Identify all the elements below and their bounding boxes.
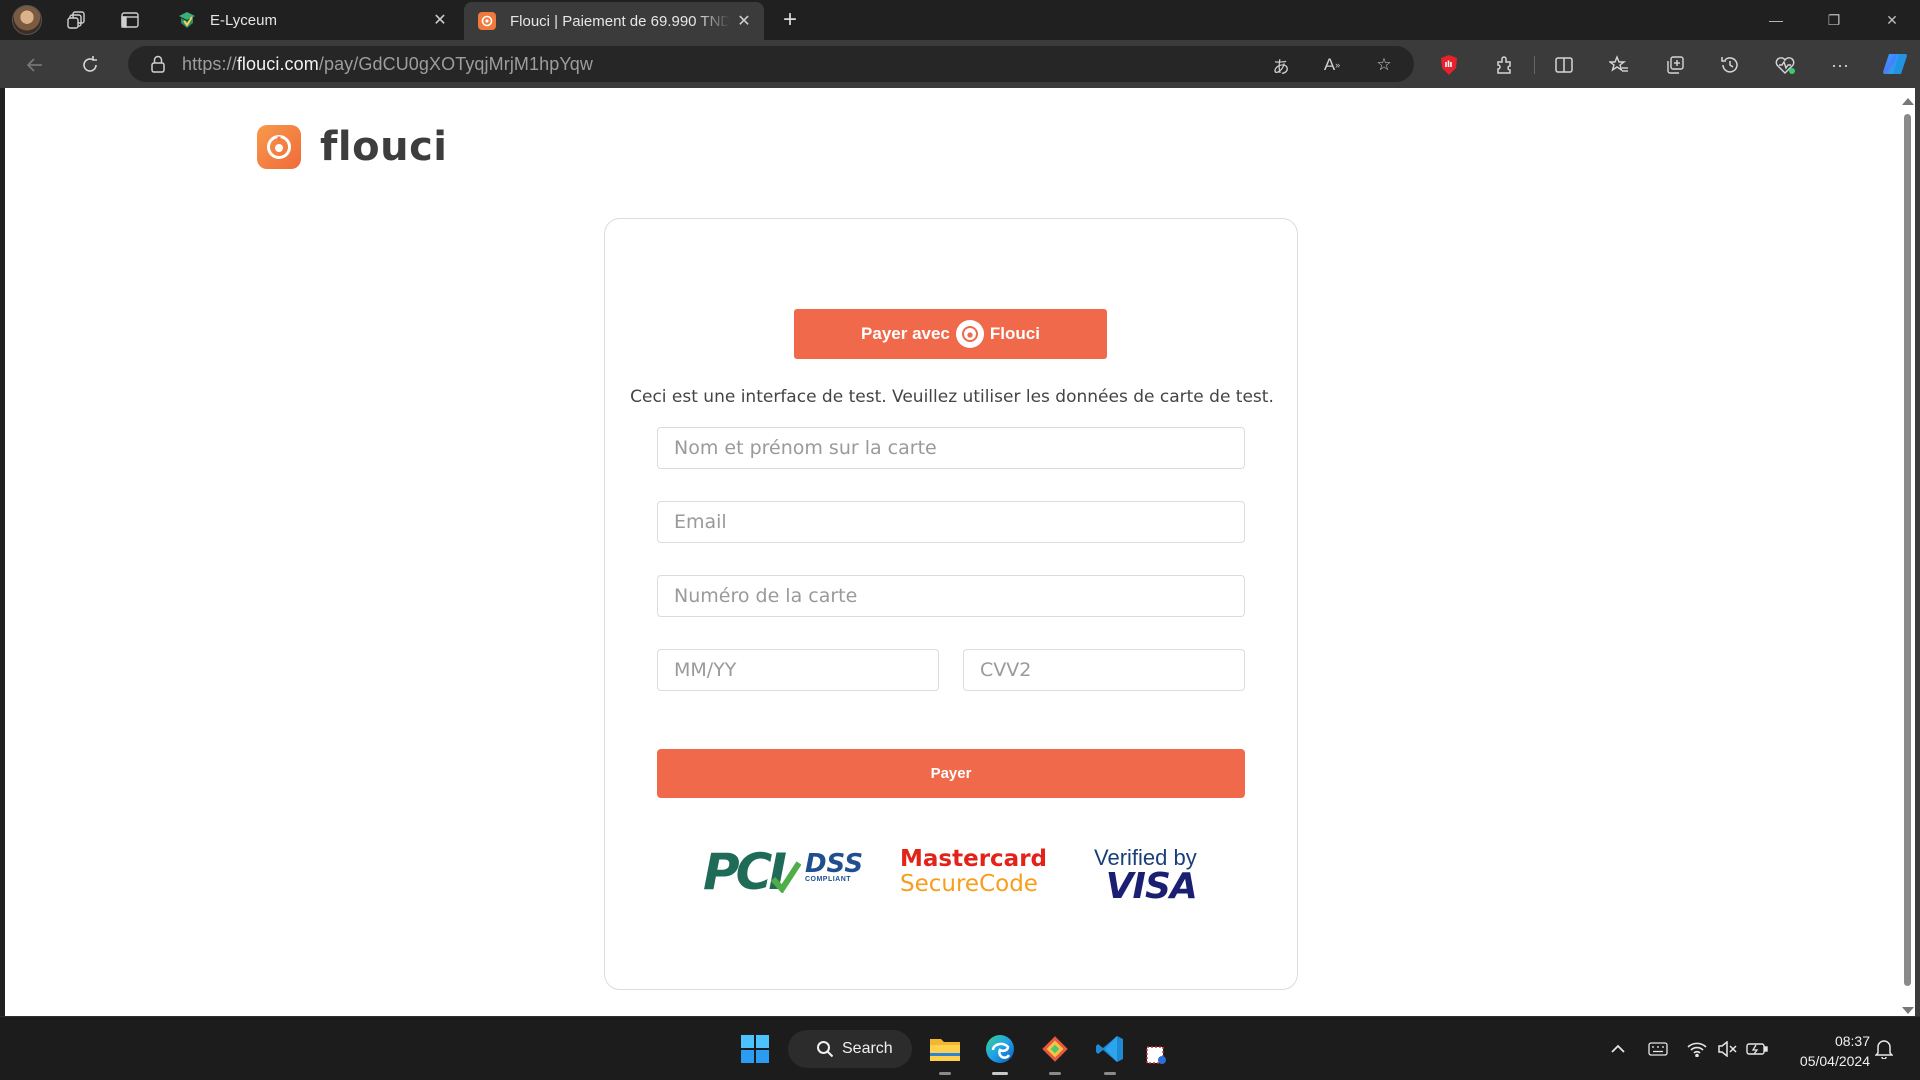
- check-icon: [770, 861, 801, 893]
- favorite-star-icon[interactable]: ☆: [1371, 52, 1397, 78]
- running-indicator: [1049, 1072, 1061, 1075]
- volume-muted-icon[interactable]: [1715, 1037, 1739, 1061]
- payment-card: Payer avec Flouci Ceci est une interface…: [604, 218, 1298, 990]
- securecode-text: SecureCode: [900, 871, 1038, 897]
- taskbar-clock[interactable]: 08:37 05/04/2024: [1770, 1031, 1870, 1071]
- more-options-icon[interactable]: ···: [1825, 50, 1855, 80]
- browser-toolbar: https://flouci.com/pay/GdCU0gXOTyqjMrjM1…: [0, 40, 1920, 88]
- toolbar-divider: [1534, 56, 1535, 74]
- address-bar[interactable]: https://flouci.com/pay/GdCU0gXOTyqjMrjM1…: [128, 46, 1414, 82]
- flouci-logo-icon: [257, 125, 301, 169]
- restore-button[interactable]: ❐: [1806, 0, 1862, 40]
- verified-by-visa-badge: Verified by VISA: [1094, 845, 1198, 907]
- tab-e-lyceum[interactable]: E-Lyceum ✕: [164, 2, 460, 38]
- search-icon: [817, 1041, 834, 1058]
- windows-taskbar: Search 08:37 05/04/2024: [0, 1016, 1920, 1080]
- flouci-logo[interactable]: flouci: [257, 124, 448, 170]
- close-tab-icon[interactable]: ✕: [730, 7, 758, 35]
- clock-date: 05/04/2024: [1799, 1053, 1870, 1069]
- page-scrollbar[interactable]: [1900, 88, 1915, 1016]
- read-aloud-icon[interactable]: A»: [1319, 52, 1345, 78]
- running-indicator: [939, 1072, 951, 1075]
- window-edge: [1915, 88, 1920, 1016]
- taskbar-search[interactable]: Search: [788, 1030, 912, 1068]
- favorites-icon[interactable]: [1604, 50, 1634, 80]
- extensions-icon[interactable]: [1489, 50, 1519, 80]
- profile-avatar[interactable]: [12, 5, 42, 35]
- file-explorer-icon[interactable]: [925, 1029, 965, 1075]
- tab-flouci[interactable]: Flouci | Paiement de 69.990 TND ✕: [464, 2, 764, 40]
- pci-dss-badge: PCI DSS COMPLIANT: [703, 847, 863, 897]
- show-hidden-icons-chevron[interactable]: [1606, 1037, 1630, 1061]
- back-button[interactable]: [20, 50, 50, 80]
- cvv-input[interactable]: [963, 649, 1245, 691]
- dss-text: DSS: [804, 849, 864, 879]
- edge-browser-icon[interactable]: [980, 1029, 1020, 1075]
- active-indicator: [992, 1072, 1008, 1075]
- history-icon[interactable]: [1715, 50, 1745, 80]
- pay-button[interactable]: Payer: [657, 749, 1245, 798]
- scroll-thumb[interactable]: [1904, 114, 1911, 986]
- wifi-icon[interactable]: [1685, 1037, 1709, 1061]
- test-mode-notice: Ceci est une interface de test. Veuillez…: [630, 387, 1274, 407]
- flouci-favicon: [478, 12, 496, 30]
- scroll-up-arrow[interactable]: [1902, 98, 1914, 105]
- running-indicator: [1104, 1072, 1116, 1075]
- close-tab-icon[interactable]: ✕: [426, 6, 454, 34]
- page-viewport: flouci Payer avec Flouci Ceci est une in…: [5, 88, 1900, 1016]
- copilot-icon[interactable]: [1879, 48, 1911, 80]
- url-text[interactable]: https://flouci.com/pay/GdCU0gXOTyqjMrjM1…: [182, 54, 593, 75]
- tab-title: Flouci | Paiement de 69.990 TND: [510, 12, 730, 30]
- e-lyceum-favicon: [178, 11, 196, 29]
- keyboard-icon[interactable]: [1646, 1037, 1670, 1061]
- flouci-icon: [955, 320, 984, 348]
- close-window-button[interactable]: ✕: [1864, 0, 1920, 40]
- workspaces-icon[interactable]: [63, 6, 91, 34]
- minimize-button[interactable]: —: [1748, 0, 1804, 40]
- visa-text: VISA: [1105, 866, 1198, 907]
- email-input[interactable]: [657, 501, 1245, 543]
- browser-essentials-icon[interactable]: [1770, 50, 1800, 80]
- snipping-tool-icon[interactable]: [1143, 1041, 1169, 1067]
- notifications-bell-icon[interactable]: [1872, 1037, 1896, 1061]
- refresh-button[interactable]: [75, 50, 105, 80]
- start-button[interactable]: [735, 1029, 775, 1069]
- flouci-logo-text: flouci: [320, 124, 448, 170]
- git-app-icon[interactable]: [1035, 1029, 1075, 1075]
- cardholder-name-input[interactable]: [657, 427, 1245, 469]
- security-badges: PCI DSS COMPLIANT Mastercard SecureCode …: [605, 839, 1299, 909]
- lock-icon[interactable]: [150, 55, 166, 73]
- card-number-input[interactable]: [657, 575, 1245, 617]
- battery-icon[interactable]: [1745, 1037, 1769, 1061]
- mastercard-securecode-badge: Mastercard SecureCode: [900, 847, 1047, 897]
- compliant-text: COMPLIANT: [804, 876, 852, 883]
- tab-title: E-Lyceum: [210, 11, 277, 29]
- collections-icon[interactable]: [1660, 50, 1690, 80]
- new-tab-button[interactable]: +: [776, 6, 804, 34]
- vertical-tabs-icon[interactable]: [116, 6, 144, 34]
- scroll-down-arrow[interactable]: [1902, 1007, 1914, 1014]
- flouci-brand-label: Flouci: [989, 324, 1040, 343]
- expiry-input[interactable]: [657, 649, 939, 691]
- mastercard-text: Mastercard: [900, 846, 1047, 872]
- search-label: Search: [842, 1040, 893, 1057]
- clock-time: 08:37: [1834, 1033, 1870, 1049]
- adblock-extension-icon[interactable]: [1434, 50, 1464, 80]
- pay-with-label: Payer avec: [861, 324, 950, 343]
- pay-with-flouci-button[interactable]: Payer avec Flouci: [794, 309, 1107, 359]
- tab-strip: E-Lyceum ✕ Flouci | Paiement de 69.990 T…: [0, 0, 1920, 40]
- vscode-icon[interactable]: [1090, 1029, 1130, 1075]
- translate-icon[interactable]: あ: [1268, 52, 1294, 78]
- split-screen-icon[interactable]: [1549, 50, 1579, 80]
